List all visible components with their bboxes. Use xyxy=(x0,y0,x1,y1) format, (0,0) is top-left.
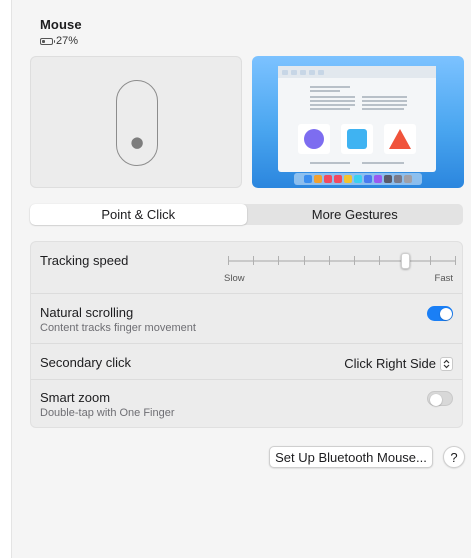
secondary-click-value: Click Right Side xyxy=(344,356,436,371)
smart-zoom-label: Smart zoom xyxy=(40,390,111,405)
help-button[interactable]: ? xyxy=(443,446,465,468)
apple-logo-icon: ● xyxy=(130,133,144,151)
slider-tick xyxy=(429,256,431,265)
smart-zoom-row: Smart zoom Double-tap with One Finger xyxy=(31,380,462,427)
tracking-speed-row: Tracking speed Slow Fast xyxy=(31,242,462,294)
setup-bluetooth-mouse-button[interactable]: Set Up Bluetooth Mouse... xyxy=(269,446,433,468)
secondary-click-row: Secondary click Click Right Side xyxy=(31,344,462,380)
slider-tick xyxy=(278,256,280,265)
tracking-speed-label: Tracking speed xyxy=(40,253,129,268)
secondary-click-label: Secondary click xyxy=(40,355,132,370)
natural-scrolling-description: Content tracks finger movement xyxy=(40,322,196,334)
natural-scrolling-toggle[interactable] xyxy=(427,306,453,321)
smart-zoom-description: Double-tap with One Finger xyxy=(40,407,175,419)
tracking-speed-slider[interactable] xyxy=(228,253,456,269)
battery-percentage: 27% xyxy=(56,35,79,47)
magic-mouse-icon: ● xyxy=(116,80,158,166)
page-title: Mouse xyxy=(40,17,82,32)
slider-max-label: Fast xyxy=(434,273,453,284)
slider-tick xyxy=(455,256,456,265)
gesture-preview-image xyxy=(252,56,464,188)
preview-square-card xyxy=(341,124,373,154)
preview-triangle-card xyxy=(384,124,416,154)
slider-knob[interactable] xyxy=(401,253,411,269)
preview-circle-card xyxy=(298,124,330,154)
slider-tick xyxy=(354,256,356,265)
slider-tick xyxy=(253,256,255,265)
slider-min-label: Slow xyxy=(224,273,245,284)
tab-bar: Point & Click More Gestures xyxy=(30,204,463,225)
natural-scrolling-label: Natural scrolling xyxy=(40,305,134,320)
battery-icon xyxy=(40,37,55,45)
slider-tick xyxy=(328,256,330,265)
chevron-up-down-icon xyxy=(440,356,453,371)
settings-group: Tracking speed Slow Fast Natural scrolli… xyxy=(30,241,463,428)
tab-point-and-click[interactable]: Point & Click xyxy=(30,204,247,225)
secondary-click-popup[interactable]: Click Right Side xyxy=(344,356,453,371)
natural-scrolling-row: Natural scrolling Content tracks finger … xyxy=(31,294,462,344)
slider-tick xyxy=(379,256,381,265)
slider-tick xyxy=(228,256,229,265)
preview-window xyxy=(278,66,436,172)
battery-status: 27% xyxy=(40,35,82,47)
slider-tick xyxy=(303,256,305,265)
mouse-illustration-panel: ● xyxy=(30,56,242,188)
preview-dock xyxy=(294,173,422,185)
smart-zoom-toggle[interactable] xyxy=(427,391,453,406)
tab-more-gestures[interactable]: More Gestures xyxy=(247,204,464,225)
device-header: Mouse 27% xyxy=(40,17,82,47)
